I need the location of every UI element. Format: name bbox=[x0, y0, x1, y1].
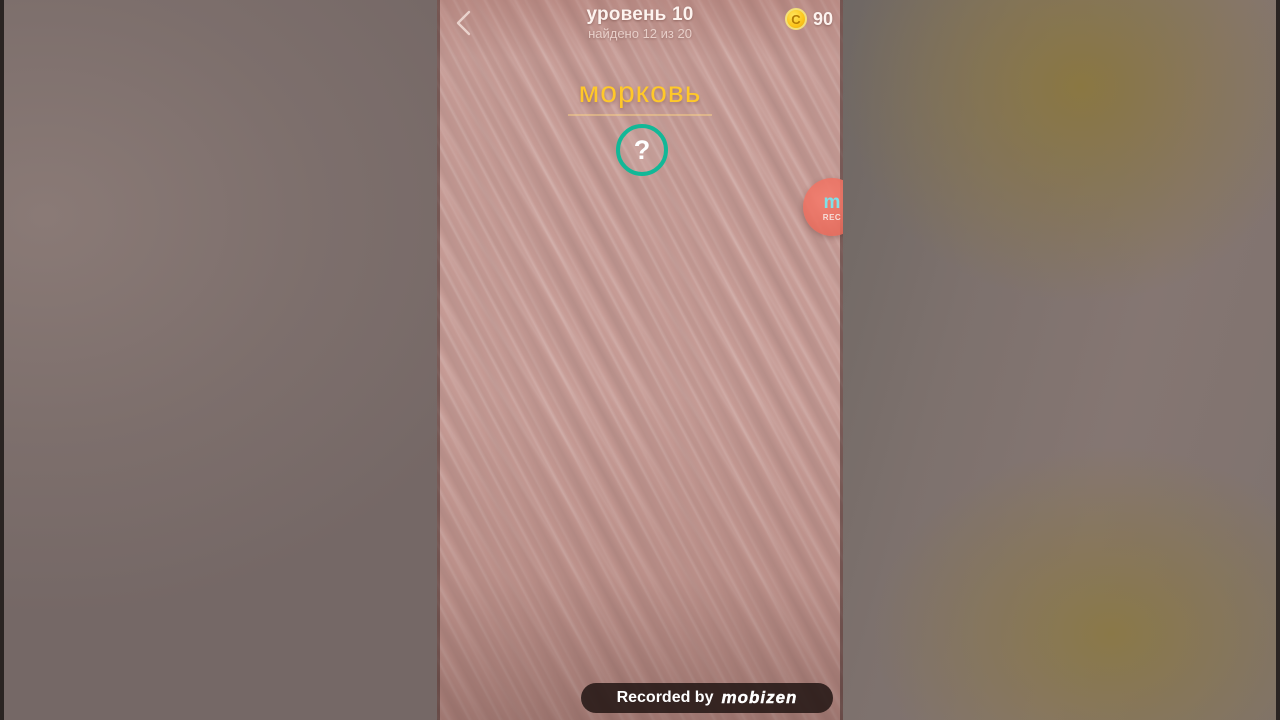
phone-screen: уровень 10 найдено 12 из 20 C 90 морковь… bbox=[437, 0, 843, 720]
game-layer: уровень 10 найдено 12 из 20 C 90 морковь… bbox=[437, 0, 843, 720]
mobizen-watermark: Recorded by mobizen bbox=[581, 683, 833, 713]
mobizen-brand-logo: mobizen bbox=[721, 688, 798, 707]
screen-edge-left bbox=[0, 0, 4, 720]
backdrop-left-pane bbox=[0, 0, 443, 720]
backdrop-right-pane bbox=[837, 0, 1280, 720]
screen-edge-right bbox=[1276, 0, 1280, 720]
watermark-prefix: Recorded by bbox=[616, 689, 714, 706]
tile-grid: ка ас bbox=[437, 0, 843, 720]
